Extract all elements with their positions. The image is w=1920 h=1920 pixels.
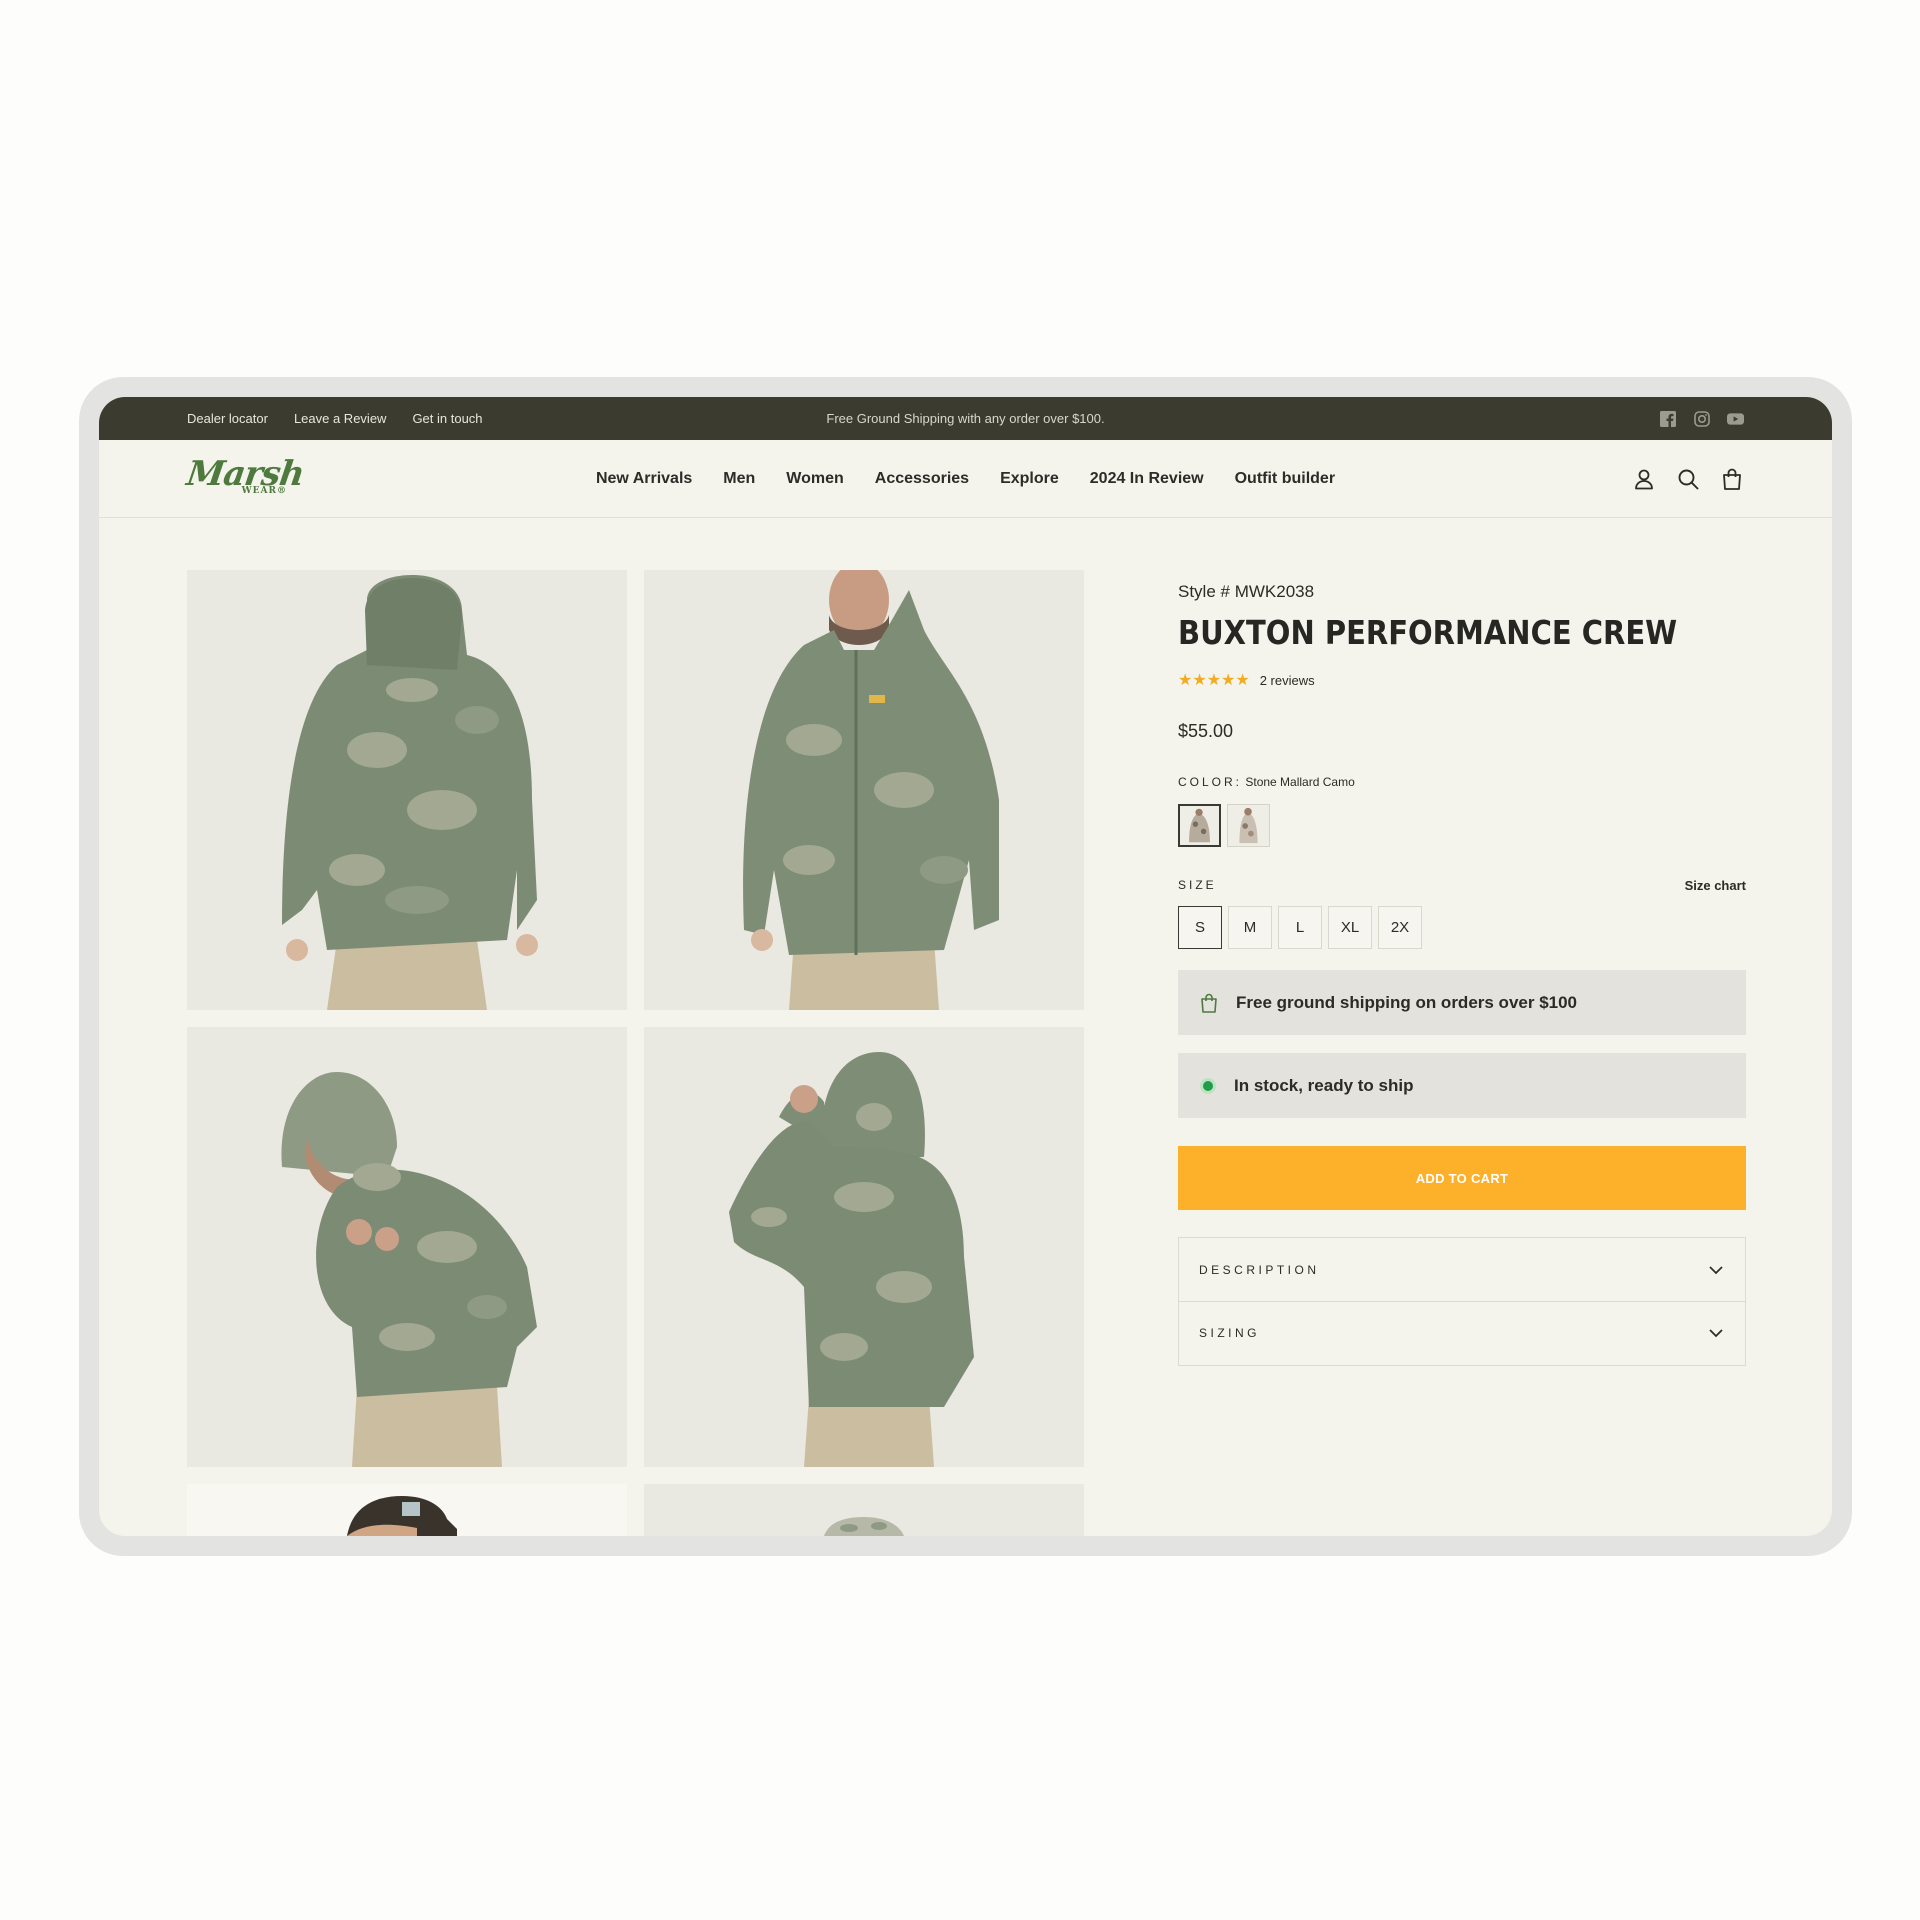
size-options: S M L XL 2X (1178, 906, 1422, 949)
add-to-cart-button[interactable]: ADD TO CART (1178, 1146, 1746, 1210)
size-option-s[interactable]: S (1178, 906, 1222, 949)
youtube-icon[interactable] (1727, 410, 1744, 427)
shipping-banner: Free ground shipping on orders over $100 (1178, 970, 1746, 1035)
shipping-promo: Free Ground Shipping with any order over… (826, 411, 1105, 426)
facebook-icon[interactable] (1659, 410, 1676, 427)
color-value: Stone Mallard Camo (1245, 775, 1355, 789)
description-accordion[interactable]: DESCRIPTION (1178, 1237, 1746, 1302)
nav-outfit-builder[interactable]: Outfit builder (1235, 470, 1335, 488)
size-label: SIZE (1178, 878, 1217, 892)
color-label: COLOR: Stone Mallard Camo (1178, 775, 1355, 789)
color-swatches (1178, 804, 1270, 847)
instagram-icon[interactable] (1693, 410, 1710, 427)
color-label-key: COLOR: (1178, 775, 1243, 789)
account-icon[interactable] (1632, 467, 1656, 491)
cart-icon[interactable] (1720, 467, 1744, 491)
gallery-image-back[interactable] (187, 570, 627, 1010)
size-option-2x[interactable]: 2X (1378, 906, 1422, 949)
nav-women[interactable]: Women (786, 470, 843, 488)
main-nav: New Arrivals Men Women Accessories Explo… (99, 440, 1832, 518)
size-chart-link[interactable]: Size chart (1685, 878, 1746, 893)
gallery-image-front[interactable] (644, 570, 1084, 1010)
chevron-down-icon (1709, 1329, 1723, 1338)
nav-new-arrivals[interactable]: New Arrivals (596, 470, 692, 488)
gallery-image-cap-front[interactable] (644, 1484, 1084, 1536)
product-rating[interactable]: ★★★★★ 2 reviews (1178, 670, 1315, 690)
swatch-stone-mallard-camo[interactable] (1178, 804, 1221, 847)
gallery-image-hood-front[interactable] (187, 1027, 627, 1467)
site-header: Marsh WEAR® New Arrivals Men Women Acces… (99, 440, 1832, 518)
swatch-alternate-camo[interactable] (1227, 804, 1270, 847)
nav-men[interactable]: Men (723, 470, 755, 488)
nav-explore[interactable]: Explore (1000, 470, 1059, 488)
in-stock-dot-icon (1200, 1077, 1216, 1094)
style-number: Style # MWK2038 (1178, 582, 1315, 601)
product-title: BUXTON PERFORMANCE CREW (1178, 614, 1678, 653)
shipping-text: Free ground shipping on orders over $100 (1236, 992, 1578, 1012)
social-links (1659, 397, 1744, 440)
size-option-l[interactable]: L (1278, 906, 1322, 949)
description-accordion-label: DESCRIPTION (1199, 1262, 1320, 1277)
search-icon[interactable] (1676, 467, 1700, 491)
chevron-down-icon (1709, 1265, 1723, 1274)
shopping-bag-icon (1201, 993, 1217, 1013)
sizing-accordion[interactable]: SIZING (1178, 1301, 1746, 1366)
gallery-image-cap-side[interactable] (187, 1484, 627, 1536)
announcement-bar: Dealer locator Leave a Review Get in tou… (99, 397, 1832, 440)
nav-2024-in-review[interactable]: 2024 In Review (1090, 470, 1204, 488)
stock-text: In stock, ready to ship (1234, 1075, 1414, 1095)
product-price: $55.00 (1178, 721, 1234, 741)
size-header: SIZE Size chart (1178, 878, 1746, 893)
review-count[interactable]: 2 reviews (1260, 673, 1315, 688)
size-option-m[interactable]: M (1228, 906, 1272, 949)
star-rating-icon: ★★★★★ (1178, 672, 1250, 689)
size-option-xl[interactable]: XL (1328, 906, 1372, 949)
nav-accessories[interactable]: Accessories (875, 470, 969, 488)
header-icons (1632, 440, 1744, 518)
sizing-accordion-label: SIZING (1199, 1326, 1261, 1340)
gallery-image-hood-back[interactable] (644, 1027, 1084, 1467)
stock-banner: In stock, ready to ship (1178, 1053, 1746, 1118)
browser-screen: Dealer locator Leave a Review Get in tou… (99, 397, 1832, 1536)
